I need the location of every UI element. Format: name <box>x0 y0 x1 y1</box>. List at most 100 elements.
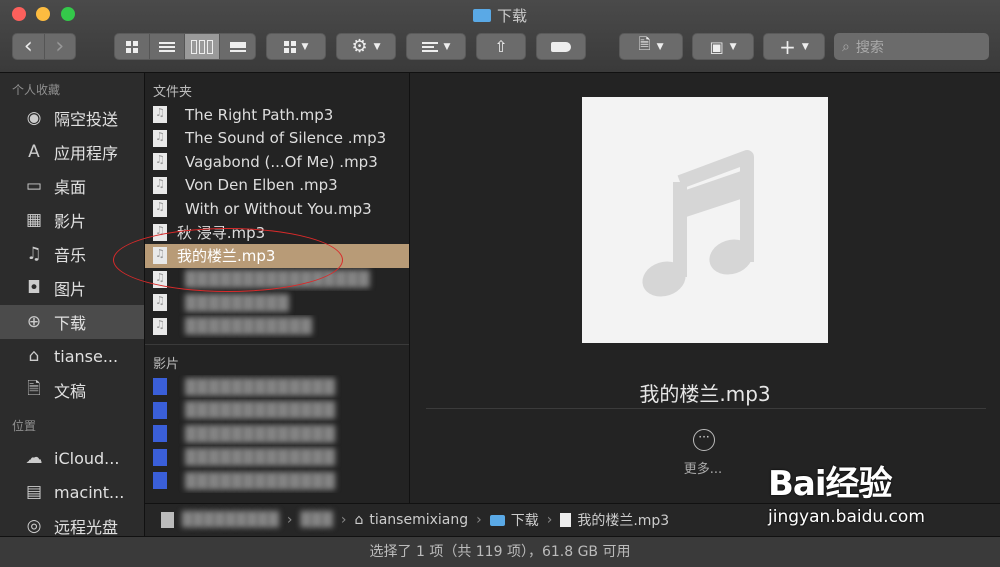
search-icon: ⌕ <box>842 38 850 55</box>
file-row-blurred[interactable]: ███████████ <box>145 315 409 339</box>
audio-file-icon <box>153 106 167 124</box>
chevron-down-icon: ▼ <box>373 41 381 52</box>
preview-pane: 我的楼兰.mp3 ··· 更多... <box>410 73 1000 536</box>
file-row-blurred[interactable]: █████████ <box>145 291 409 315</box>
file-row[interactable]: With or Without You.mp3 <box>145 197 409 221</box>
video-file-icon <box>153 472 167 490</box>
column-view-button[interactable] <box>184 34 221 59</box>
share-icon: ⇧ <box>494 37 508 56</box>
chevron-down-icon: ▼ <box>443 41 451 52</box>
music-icon: ♫ <box>26 244 42 264</box>
preview-filename: 我的楼兰.mp3 <box>639 382 771 406</box>
home-icon: ⌂ <box>354 512 364 528</box>
forward-button[interactable]: › <box>45 34 76 59</box>
divider <box>426 408 986 409</box>
file-row[interactable]: Von Den Elben .mp3 <box>145 174 409 198</box>
audio-file-icon <box>153 317 167 335</box>
sidebar-item-applications[interactable]: A 应用程序 <box>0 135 144 169</box>
optical-disc-icon: ◎ <box>26 516 42 536</box>
folder-icon <box>472 9 491 22</box>
new-document-button[interactable]: 🗎 ▼ <box>619 33 683 60</box>
more-options-icon[interactable]: ··· <box>693 429 715 451</box>
blurred-filename: █████████████ <box>185 377 335 396</box>
disk-icon <box>161 512 174 528</box>
sidebar: 个人收藏 ◉ 隔空投送 A 应用程序 ▭ 桌面 ▦ 影片 ♫ 音乐 ◘ 图片 ⊕ 下载 ⌂ ti… <box>0 73 145 537</box>
blurred-filename: ████████████████ <box>185 270 370 289</box>
path-separator: › <box>476 512 482 528</box>
music-note-icon <box>642 150 754 297</box>
sidebar-item-downloads[interactable]: ⊕ 下载 <box>0 305 144 339</box>
path-segment-file[interactable]: 我的楼兰.mp3 <box>577 510 669 530</box>
video-file-icon <box>153 378 167 396</box>
audio-file-icon <box>560 513 572 527</box>
back-button[interactable]: ‹ <box>13 34 45 59</box>
sidebar-item-pictures[interactable]: ◘ 图片 <box>0 271 144 305</box>
path-segment-user[interactable]: tiansemixiang <box>369 512 468 528</box>
icloud-icon: ☁ <box>25 448 43 468</box>
video-row-blurred[interactable]: █████████████ <box>145 375 409 399</box>
gallery-view-button[interactable] <box>220 34 255 59</box>
tool-button[interactable]: ▣ ▼ <box>692 33 754 60</box>
search-field[interactable]: ⌕ 搜索 <box>834 33 989 60</box>
video-row-blurred[interactable]: █████████████ <box>145 469 409 493</box>
video-row-blurred[interactable]: █████████████ <box>145 399 409 423</box>
sidebar-item-documents[interactable]: 🗎 文稿 <box>0 373 144 407</box>
sidebar-item-music[interactable]: ♫ 音乐 <box>0 237 144 271</box>
path-separator: › <box>340 512 347 528</box>
path-segment-downloads[interactable]: 下载 <box>511 510 539 530</box>
tags-button[interactable] <box>536 33 586 60</box>
path-bar: █████████ › ███ › ⌂ tiansemixiang › 下载 ›… <box>145 503 1000 536</box>
video-row-blurred[interactable]: █████████████ <box>145 446 409 470</box>
blurred-path-segment[interactable]: █████████ <box>182 512 279 528</box>
video-file-icon <box>153 425 167 443</box>
path-separator: › <box>286 512 293 528</box>
audio-file-icon <box>153 294 167 312</box>
home-icon: ⌂ <box>28 346 40 366</box>
chevron-down-icon: ▼ <box>801 41 809 52</box>
file-row-blurred[interactable]: ████████████████ <box>145 268 409 292</box>
file-row[interactable]: The Right Path.mp3 <box>145 103 409 127</box>
album-cover <box>582 97 828 343</box>
audio-file-icon <box>153 153 167 171</box>
folder-icon <box>489 514 505 526</box>
sidebar-header-locations: 位置 <box>12 419 37 433</box>
sidebar-header-favorites: 个人收藏 <box>12 83 61 97</box>
sidebar-item-home[interactable]: ⌂ tianse... <box>0 339 144 373</box>
documents-icon: 🗎 <box>27 378 41 399</box>
group-button[interactable]: ▼ <box>266 33 326 60</box>
video-row-blurred[interactable]: █████████████ <box>145 422 409 446</box>
more-options-label[interactable]: 更多... <box>673 458 733 477</box>
arrange-button[interactable]: ▼ <box>406 33 466 60</box>
sidebar-item-macintosh-hd[interactable]: ▤ macint... <box>0 475 144 509</box>
chevron-down-icon: ▼ <box>301 41 309 52</box>
file-row[interactable]: Vagabond (...Of Me) .mp3 <box>145 150 409 174</box>
sidebar-item-movies[interactable]: ▦ 影片 <box>0 203 144 237</box>
blurred-filename: █████████ <box>185 293 289 312</box>
audio-file-icon <box>153 247 167 265</box>
icon-view-button[interactable] <box>115 34 150 59</box>
blurred-path-segment[interactable]: ███ <box>301 512 333 528</box>
window-title: 下载 <box>0 5 1000 26</box>
add-button[interactable]: + ▼ <box>763 33 825 60</box>
downloads-icon: ⊕ <box>26 312 42 332</box>
list-view-button[interactable] <box>150 34 185 59</box>
file-row-selected[interactable]: 我的楼兰.mp3 <box>145 244 409 268</box>
airdrop-icon: ◉ <box>26 108 42 128</box>
file-row[interactable]: The Sound of Silence .mp3 <box>145 127 409 151</box>
blurred-filename: █████████████ <box>185 401 335 420</box>
file-row[interactable]: 秋 浸寻.mp3 <box>145 221 409 245</box>
share-button[interactable]: ⇧ <box>476 33 526 60</box>
desktop-icon: ▭ <box>25 176 43 196</box>
video-file-icon <box>153 448 167 466</box>
action-button[interactable]: ⚙ ▼ <box>336 33 396 60</box>
sidebar-item-airdrop[interactable]: ◉ 隔空投送 <box>0 101 144 135</box>
movies-icon: ▦ <box>25 210 43 230</box>
chevron-down-icon: ▼ <box>729 41 737 52</box>
tool-icon: ▣ <box>709 37 724 56</box>
section-header-folder: 文件夹 <box>153 85 193 100</box>
status-bar: 选择了 1 项（共 119 项），61.8 GB 可用 <box>0 536 1000 567</box>
sidebar-item-icloud[interactable]: ☁ iCloud... <box>0 441 144 475</box>
title-bar: 下载 ‹ › ▼ ⚙ ▼ ▼ ⇧ 🗎 ▼ ▣ ▼ + ▼ ⌕ 搜索 <box>0 0 1000 73</box>
columns-icon <box>190 39 213 54</box>
sidebar-item-desktop[interactable]: ▭ 桌面 <box>0 169 144 203</box>
